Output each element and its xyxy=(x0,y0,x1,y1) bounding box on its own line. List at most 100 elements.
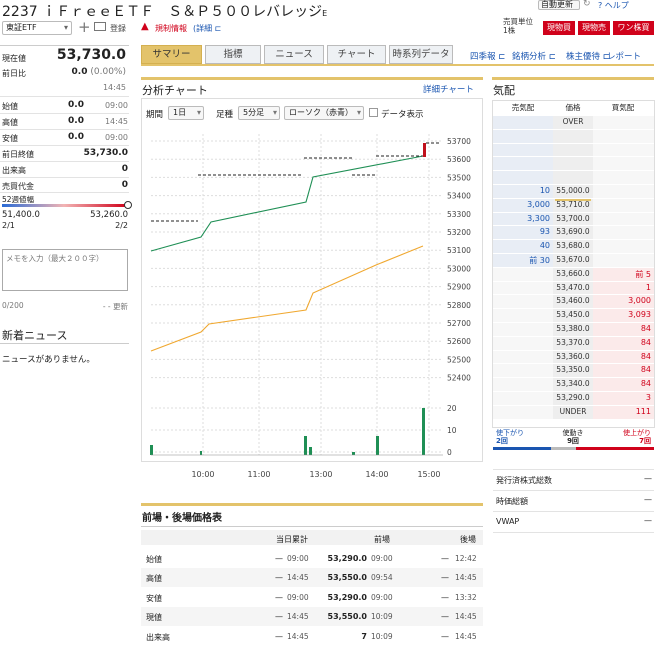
info-label: VWAP xyxy=(496,517,520,526)
refresh-icon[interactable]: ↻ xyxy=(583,0,591,9)
tab-underline xyxy=(141,64,654,66)
tab-chart[interactable]: チャート xyxy=(327,45,386,64)
board-row: 53,450.0 3,093 xyxy=(493,309,654,323)
help-link[interactable]: ? ヘルプ xyxy=(598,0,629,11)
y-tick-label: 52800 xyxy=(447,301,471,310)
board-price: 53,660.0 xyxy=(556,268,590,278)
down-bar xyxy=(493,447,551,450)
market-select[interactable]: 東証ETF ▾ xyxy=(2,21,72,35)
session-total-time: 14:45 xyxy=(287,612,309,622)
board-row: 53,350.0 84 xyxy=(493,364,654,379)
unit-value: 1株 xyxy=(503,26,516,35)
volume-bar xyxy=(200,451,202,455)
session-total: — xyxy=(275,612,283,622)
add-icon[interactable]: + xyxy=(78,18,91,36)
report-link[interactable]: レポート xyxy=(607,50,641,62)
buy-cell-bg xyxy=(593,129,654,143)
board-row: 53,460.0 3,000 xyxy=(493,295,654,310)
foot-select[interactable]: 5分足 ▾ xyxy=(238,106,280,120)
week52-high-date: 2/2 xyxy=(115,221,128,230)
price-cell-bg xyxy=(553,171,593,184)
week52-low: 51,400.0 xyxy=(2,210,40,220)
one-share-buy-button[interactable]: ワン株買 xyxy=(613,21,654,35)
low-value: 0.0 xyxy=(68,132,84,142)
sell-cell-bg xyxy=(493,157,553,171)
memo-update-button[interactable]: - - 更新 xyxy=(90,301,128,312)
mid-bar xyxy=(551,447,576,450)
tab-summary[interactable]: サマリー xyxy=(141,45,202,64)
session-header-pm: 後場 xyxy=(460,535,476,544)
detail-chart-link[interactable]: 詳細チャート xyxy=(423,83,474,95)
session-row: 出来高 — 14:45 7 10:09 — 14:45 xyxy=(141,626,483,646)
memo-input[interactable] xyxy=(2,249,128,291)
sell-cell-bg xyxy=(493,129,553,143)
shikiho-link[interactable]: 四季報 ⊏ xyxy=(470,50,505,62)
session-am-time: 09:00 xyxy=(371,592,393,602)
board-price: 53,700.0 xyxy=(556,213,590,223)
board-buy: 3,000 xyxy=(628,296,651,306)
green-price-line xyxy=(150,155,424,252)
data-display-label: データ表示 xyxy=(381,110,424,120)
y-tick-label: 53500 xyxy=(447,173,471,182)
board-price: 53,680.0 xyxy=(556,241,590,251)
session-pm: — xyxy=(441,631,449,641)
board-row: 40 53,680.0 xyxy=(493,240,654,254)
sell-cell-bg xyxy=(493,364,553,378)
unit-label: 売買単位 xyxy=(503,17,533,26)
sell-cell-bg xyxy=(493,405,553,419)
period-select[interactable]: 1日 ▾ xyxy=(168,106,204,120)
reg-detail-link[interactable]: (詳細 ⊏ xyxy=(193,23,221,34)
intraday-chart: 53700 53600 53500 53400 53300 53200 53100 53000… xyxy=(150,134,471,479)
foot-value: 5分足 xyxy=(243,108,265,117)
board-title: 気配 xyxy=(493,84,515,97)
session-pm: — xyxy=(441,592,449,602)
session-row-label: 始値 xyxy=(146,555,162,564)
session-am: 7 xyxy=(361,631,367,641)
mail-label[interactable]: 登録 xyxy=(110,23,126,34)
auto-update-select[interactable]: 自動更新 xyxy=(538,0,580,10)
period-label: 期間 xyxy=(146,110,164,120)
info-label: 発行済株式総数 xyxy=(496,476,552,485)
sell-cell-bg xyxy=(493,267,553,281)
board-price: 53,360.0 xyxy=(556,351,590,361)
volume-label: 出来高 xyxy=(2,166,26,175)
session-header-am: 前場 xyxy=(374,535,390,544)
board-row: 53,380.0 84 xyxy=(493,323,654,337)
chevron-down-icon: ▾ xyxy=(196,108,201,117)
buy-cell-bg xyxy=(593,143,654,157)
board-sell: 前 30 xyxy=(529,256,550,265)
session-am: 53,550.0 xyxy=(327,612,367,622)
board-buy: 84 xyxy=(640,337,651,347)
help-icon: ? xyxy=(598,1,603,10)
board-price: 53,350.0 xyxy=(556,365,590,375)
sell-cell-bg xyxy=(493,323,553,336)
board-sell: 10 xyxy=(539,186,550,195)
session-row-label: 安値 xyxy=(146,593,162,603)
board-row: UNDER 111 xyxy=(493,405,654,420)
volume-tick-label: 0 xyxy=(447,448,452,457)
session-am: 53,290.0 xyxy=(327,592,367,602)
mail-icon[interactable] xyxy=(94,22,106,31)
tab-news[interactable]: ニュース xyxy=(264,45,324,64)
board-row: 53,340.0 84 xyxy=(493,378,654,392)
board-row xyxy=(493,171,654,185)
session-total-time: 14:45 xyxy=(287,631,309,641)
yutai-link[interactable]: 株主優待 ⊏ xyxy=(566,50,610,62)
buy-button[interactable]: 現物買 xyxy=(543,21,575,35)
open-time: 09:00 xyxy=(104,101,128,110)
low-time: 09:00 xyxy=(104,133,128,142)
chart-type-select[interactable]: ローソク（赤青） ▾ xyxy=(284,106,364,120)
data-display-checkbox[interactable] xyxy=(369,108,378,117)
tab-indicators[interactable]: 指標 xyxy=(205,45,261,64)
board-buy: 84 xyxy=(640,379,651,389)
analysis-link[interactable]: 銘柄分析 ⊏ xyxy=(512,50,556,62)
session-total: — xyxy=(275,631,283,641)
tab-timeseries[interactable]: 時系列データ xyxy=(389,45,453,64)
sell-button[interactable]: 現物売 xyxy=(578,21,610,35)
chevron-down-icon: ▾ xyxy=(272,108,277,117)
board-price: 55,000.0 xyxy=(556,186,590,195)
detail-chart-label: 詳細チャート xyxy=(423,85,474,95)
help-label: ヘルプ xyxy=(604,1,629,10)
board-price: 53,370.0 xyxy=(556,337,590,347)
auto-update-label: 自動更新 xyxy=(541,0,573,9)
